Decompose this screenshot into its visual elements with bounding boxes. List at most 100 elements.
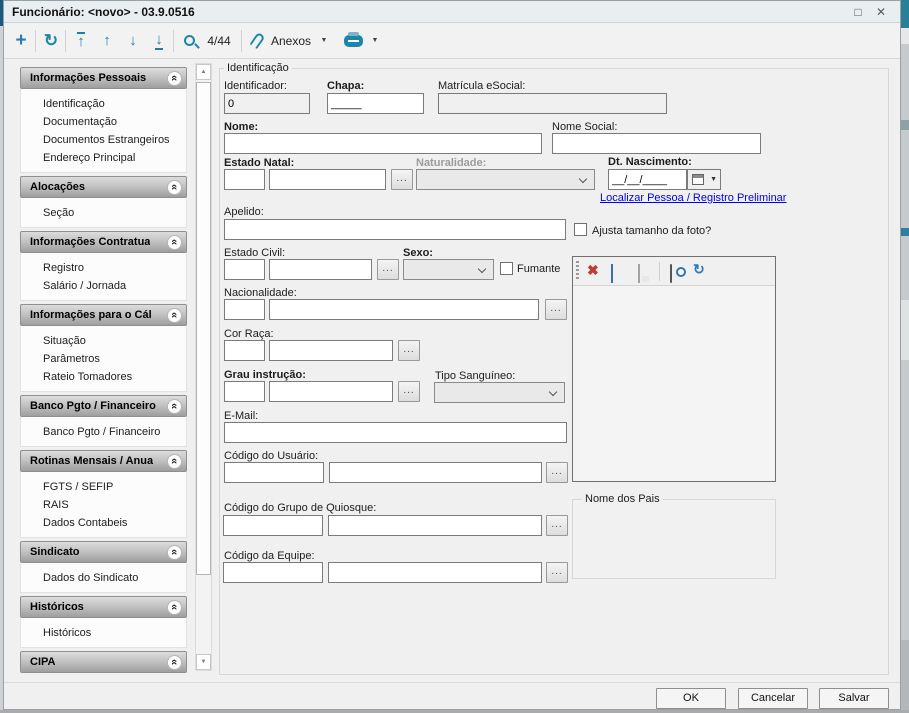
first-record-button[interactable]: ↑ xyxy=(69,27,93,54)
section-header-informacoes-pessoais[interactable]: Informações Pessoais « xyxy=(20,67,187,89)
sidebar-item-secao[interactable]: Seção xyxy=(21,204,186,222)
ok-button[interactable]: OK xyxy=(656,688,726,709)
nome-field[interactable] xyxy=(224,133,542,154)
sidebar-item-parametros[interactable]: Parâmetros xyxy=(21,350,186,368)
maximize-icon: □ xyxy=(854,5,861,19)
estado-natal-lookup-button[interactable]: ... xyxy=(391,169,413,190)
anexos-label[interactable]: Anexos xyxy=(267,27,315,54)
grau-instrucao-lookup-button[interactable]: ... xyxy=(398,381,420,402)
cancelar-button[interactable]: Cancelar xyxy=(738,688,808,709)
collapse-button[interactable]: « xyxy=(167,71,182,86)
titlebar[interactable]: Funcionário: <novo> - 03.9.0516 □ ✕ xyxy=(4,1,900,23)
sidebar-item-rais[interactable]: RAIS xyxy=(21,496,186,514)
sidebar-item-salario-jornada[interactable]: Salário / Jornada xyxy=(21,277,186,295)
section-header-informacoes-contratuais[interactable]: Informações Contratua « xyxy=(20,231,187,253)
nome-social-field[interactable] xyxy=(552,133,761,154)
camera-button[interactable] xyxy=(670,264,672,283)
tipo-sanguineo-combobox[interactable] xyxy=(434,382,565,403)
sidebar-item-fgts-sefip[interactable]: FGTS / SEFIP xyxy=(21,478,186,496)
estado-natal-text-field[interactable] xyxy=(269,169,386,190)
collapse-button[interactable]: « xyxy=(167,545,182,560)
section-body: Banco Pgto / Financeiro xyxy=(20,417,187,447)
last-record-button[interactable]: ↓ xyxy=(147,27,171,54)
dt-nascimento-field[interactable] xyxy=(608,169,687,190)
section-header-rotinas-mensais[interactable]: Rotinas Mensais / Anua « xyxy=(20,450,187,472)
collapse-button[interactable]: « xyxy=(167,454,182,469)
section-header-informacoes-calculo[interactable]: Informações para o Cál « xyxy=(20,304,187,326)
localizar-pessoa-link[interactable]: Localizar Pessoa / Registro Preliminar xyxy=(600,192,786,204)
next-record-button[interactable]: ↓ xyxy=(121,27,145,54)
drag-handle[interactable] xyxy=(576,261,579,281)
sidebar-scrollbar[interactable]: ▲ ▼ xyxy=(195,63,212,671)
grau-instrucao-text-field[interactable] xyxy=(269,381,393,402)
search-button[interactable] xyxy=(177,27,201,54)
chapa-field[interactable] xyxy=(327,93,424,114)
codigo-equipe-text-field[interactable] xyxy=(328,562,542,583)
codigo-equipe-lookup-button[interactable]: ... xyxy=(546,562,568,583)
collapse-button[interactable]: « xyxy=(167,399,182,414)
codigo-equipe-code-field[interactable] xyxy=(223,562,323,583)
add-record-button[interactable]: + xyxy=(9,27,33,54)
cor-raca-text-field[interactable] xyxy=(269,340,393,361)
nacionalidade-lookup-button[interactable]: ... xyxy=(545,299,567,320)
codigo-grupo-quiosque-text-field[interactable] xyxy=(328,515,542,536)
section-header-sindicato[interactable]: Sindicato « xyxy=(20,541,187,563)
sidebar-item-documentos-estrangeiros[interactable]: Documentos Estrangeiros xyxy=(21,131,186,149)
date-picker-button[interactable]: ▼ xyxy=(687,169,721,190)
nacionalidade-text-field[interactable] xyxy=(269,299,539,320)
delete-photo-button[interactable]: ✖ xyxy=(587,262,599,279)
maximize-button[interactable]: □ xyxy=(849,3,867,21)
section-header-alocacoes[interactable]: Alocações « xyxy=(20,176,187,198)
scroll-down-button[interactable]: ▼ xyxy=(196,654,211,670)
sidebar-item-documentacao[interactable]: Documentação xyxy=(21,113,186,131)
cor-raca-lookup-button[interactable]: ... xyxy=(398,340,420,361)
sexo-combobox[interactable] xyxy=(403,259,494,280)
anexos-dropdown-button[interactable]: ▼ xyxy=(317,27,331,54)
section-header-historicos[interactable]: Históricos « xyxy=(20,596,187,618)
sidebar-item-dados-sindicato[interactable]: Dados do Sindicato xyxy=(21,569,186,587)
estado-natal-code-field[interactable] xyxy=(224,169,265,190)
grau-instrucao-code-field[interactable] xyxy=(224,381,265,402)
scroll-up-button[interactable]: ▲ xyxy=(196,64,211,80)
codigo-usuario-code-field[interactable] xyxy=(224,462,324,483)
section-title: Rotinas Mensais / Anua xyxy=(30,455,153,467)
previous-record-button[interactable]: ↑ xyxy=(95,27,119,54)
sidebar-item-endereco-principal[interactable]: Endereço Principal xyxy=(21,149,186,167)
codigo-grupo-quiosque-lookup-button[interactable]: ... xyxy=(546,515,568,536)
close-button[interactable]: ✕ xyxy=(872,3,890,21)
salvar-button[interactable]: Salvar xyxy=(819,688,889,709)
sidebar-item-identificacao[interactable]: Identificação xyxy=(21,95,186,113)
sidebar-item-dados-contabeis[interactable]: Dados Contabeis xyxy=(21,514,186,532)
estado-civil-code-field[interactable] xyxy=(224,259,265,280)
nacionalidade-code-field[interactable] xyxy=(224,299,265,320)
print-dropdown-button[interactable]: ▼ xyxy=(368,27,382,54)
sidebar-item-registro[interactable]: Registro xyxy=(21,259,186,277)
sidebar-item-rateio-tomadores[interactable]: Rateio Tomadores xyxy=(21,368,186,386)
open-image-button[interactable] xyxy=(611,264,613,283)
section-header-banco-pgto[interactable]: Banco Pgto / Financeiro « xyxy=(20,395,187,417)
photo-refresh-button[interactable]: ↻ xyxy=(693,261,705,278)
section-header-cipa[interactable]: CIPA « xyxy=(20,651,187,673)
cor-raca-code-field[interactable] xyxy=(224,340,265,361)
print-button[interactable] xyxy=(340,27,366,54)
sidebar-item-situacao[interactable]: Situação xyxy=(21,332,186,350)
codigo-grupo-quiosque-code-field[interactable] xyxy=(223,515,323,536)
scrollbar-thumb[interactable] xyxy=(196,82,211,575)
sidebar-item-banco-pgto-financeiro[interactable]: Banco Pgto / Financeiro xyxy=(21,423,186,441)
collapse-button[interactable]: « xyxy=(167,308,182,323)
estado-civil-text-field[interactable] xyxy=(269,259,372,280)
sidebar-item-historicos[interactable]: Históricos xyxy=(21,624,186,642)
collapse-button[interactable]: « xyxy=(167,600,182,615)
anexos-button[interactable] xyxy=(247,27,267,54)
ajusta-foto-checkbox[interactable] xyxy=(574,223,587,236)
collapse-button[interactable]: « xyxy=(167,235,182,250)
apelido-field[interactable] xyxy=(224,219,566,240)
codigo-usuario-text-field[interactable] xyxy=(329,462,542,483)
collapse-button[interactable]: « xyxy=(167,180,182,195)
collapse-button[interactable]: « xyxy=(167,655,182,670)
codigo-usuario-lookup-button[interactable]: ... xyxy=(546,462,568,483)
estado-civil-lookup-button[interactable]: ... xyxy=(377,259,399,280)
refresh-button[interactable]: ↻ xyxy=(39,27,63,54)
fumante-checkbox[interactable] xyxy=(500,262,513,275)
email-field[interactable] xyxy=(224,422,567,443)
